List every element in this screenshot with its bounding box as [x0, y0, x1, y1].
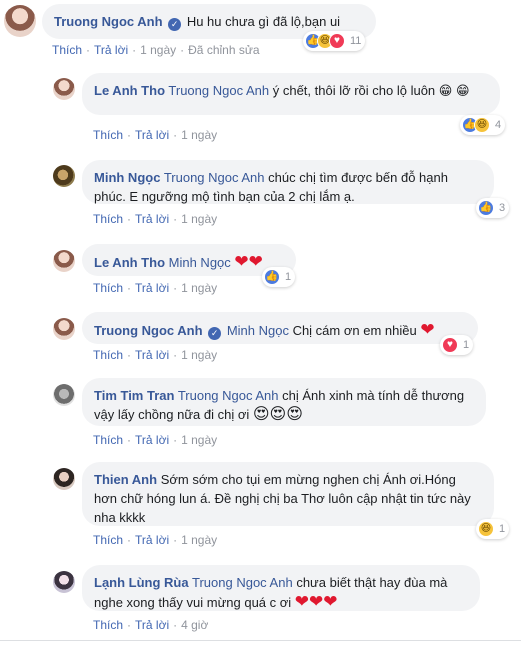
avatar[interactable] [53, 165, 75, 187]
timestamp[interactable]: 1 ngày [181, 212, 217, 226]
heart-emoji-icon: ❤❤❤ [294, 592, 338, 611]
bottom-divider [0, 640, 521, 641]
like-link[interactable]: Thích [93, 348, 123, 362]
like-link[interactable]: Thích [93, 212, 123, 226]
avatar[interactable] [53, 318, 75, 340]
heart-emoji-icon: ❤ [420, 320, 435, 339]
like-link[interactable]: Thích [93, 281, 123, 295]
timestamp[interactable]: 1 ngày [181, 281, 217, 295]
comment-author[interactable]: Thien Anh [94, 472, 157, 487]
reaction-summary[interactable]: 😆 1 [476, 519, 510, 539]
timestamp[interactable]: 1 ngày [181, 533, 217, 547]
timestamp[interactable]: 1 ngày [181, 348, 217, 362]
comment-actions: Thích · Trả lời · 1 ngày [93, 433, 218, 447]
reaction-summary[interactable]: 👍 1 [262, 267, 296, 287]
reply-link[interactable]: Trả lời [135, 618, 169, 632]
comment-bubble: Tim Tim Tran Truong Ngoc Anh chị Ánh xin… [82, 378, 486, 426]
timestamp[interactable]: 4 giờ [181, 618, 208, 632]
comment-author[interactable]: Le Anh Tho [94, 83, 165, 98]
reply-link[interactable]: Trả lời [135, 212, 169, 226]
comment-bubble: Lạnh Lùng Rùa Truong Ngoc Anh chưa biết … [82, 565, 480, 611]
reply-link[interactable]: Trả lời [135, 348, 169, 362]
reply-link[interactable]: Trả lời [135, 281, 169, 295]
comment-text: ý chết, thôi lỡ rồi cho lộ luôn 😁 😁 [269, 83, 470, 98]
reply-link[interactable]: Trả lời [135, 128, 169, 142]
mention[interactable]: Truong Ngoc Anh [192, 575, 293, 590]
comment-author[interactable]: Lạnh Lùng Rùa [94, 575, 189, 590]
reaction-summary[interactable]: 👍 3 [476, 198, 510, 218]
comment-author[interactable]: Tim Tim Tran [94, 388, 174, 403]
timestamp[interactable]: 1 ngày [140, 43, 176, 57]
heart-emoji-icon: ❤❤ [234, 252, 263, 271]
verified-badge-icon: ✓ [168, 18, 182, 31]
comment-actions: Thích · Trả lời · 1 ngày [93, 128, 218, 142]
like-link[interactable]: Thích [93, 128, 123, 142]
reaction-count: 4 [495, 119, 502, 131]
reply-link[interactable]: Trả lời [135, 433, 169, 447]
comment-text: Chị cám ơn em nhiều [288, 323, 421, 338]
comment-actions: Thích · Trả lời · 1 ngày [93, 281, 218, 295]
heart-eyes-emoji-icon: 😍😍😍 [252, 406, 303, 423]
reaction-count: 1 [285, 271, 292, 283]
comment-author[interactable]: Truong Ngoc Anh [94, 323, 203, 338]
like-link[interactable]: Thích [93, 618, 123, 632]
comment-author[interactable]: Minh Ngọc [94, 170, 160, 185]
comment-actions: Thích · Trả lời · 4 giờ [93, 618, 209, 632]
like-link[interactable]: Thích [93, 433, 123, 447]
reply-link[interactable]: Trả lời [135, 533, 169, 547]
reaction-summary[interactable]: 👍 😆 ♥ 11 [303, 31, 366, 51]
timestamp[interactable]: 1 ngày [181, 433, 217, 447]
verified-badge-icon: ✓ [208, 327, 222, 340]
comment-actions: Thích · Trả lời · 1 ngày · Đã chỉnh sửa [52, 43, 260, 57]
reaction-summary[interactable]: 👍 😆 4 [460, 115, 506, 135]
avatar[interactable] [53, 468, 75, 490]
timestamp[interactable]: 1 ngày [181, 128, 217, 142]
avatar[interactable] [4, 5, 36, 37]
mention[interactable]: Minh Ngọc [169, 255, 231, 270]
comment-actions: Thích · Trả lời · 1 ngày [93, 533, 218, 547]
like-link[interactable]: Thích [52, 43, 82, 57]
love-reaction-icon: ♥ [329, 33, 345, 49]
mention[interactable]: Truong Ngoc Anh [164, 170, 265, 185]
comment-text: Hu hu chưa gì đã lộ,bạn ui [186, 14, 341, 29]
comment-bubble: Thien Anh Sớm sớm cho tụi em mừng nghen … [82, 462, 494, 526]
like-reaction-icon: 👍 [264, 269, 280, 285]
love-reaction-icon: ♥ [442, 337, 458, 353]
avatar[interactable] [53, 384, 75, 406]
comment-bubble: Minh Ngọc Truong Ngoc Anh chúc chị tìm đ… [82, 160, 494, 204]
mention[interactable]: Minh Ngọc [227, 323, 289, 338]
comment-bubble: Le Anh Tho Truong Ngoc Anh ý chết, thôi … [82, 73, 500, 115]
reaction-count: 3 [499, 202, 506, 214]
reply-link[interactable]: Trả lời [94, 43, 128, 57]
reaction-summary[interactable]: ♥ 1 [440, 335, 474, 355]
comment-bubble: Truong Ngoc Anh ✓ Minh Ngọc Chị cám ơn e… [82, 312, 478, 344]
comment-actions: Thích · Trả lời · 1 ngày [93, 212, 218, 226]
haha-reaction-icon: 😆 [478, 521, 494, 537]
reaction-count: 11 [350, 35, 362, 47]
avatar[interactable] [53, 78, 75, 100]
comment-author[interactable]: Truong Ngoc Anh [54, 14, 163, 29]
reaction-count: 1 [463, 339, 470, 351]
edited-label: Đã chỉnh sửa [188, 43, 260, 57]
like-link[interactable]: Thích [93, 533, 123, 547]
reaction-count: 1 [499, 523, 506, 535]
mention[interactable]: Truong Ngoc Anh [178, 388, 279, 403]
mention[interactable]: Truong Ngoc Anh [168, 83, 269, 98]
comment-author[interactable]: Le Anh Tho [94, 255, 165, 270]
avatar[interactable] [53, 571, 75, 593]
haha-reaction-icon: 😆 [474, 117, 490, 133]
comment-actions: Thích · Trả lời · 1 ngày [93, 348, 218, 362]
avatar[interactable] [53, 250, 75, 272]
like-reaction-icon: 👍 [478, 200, 494, 216]
